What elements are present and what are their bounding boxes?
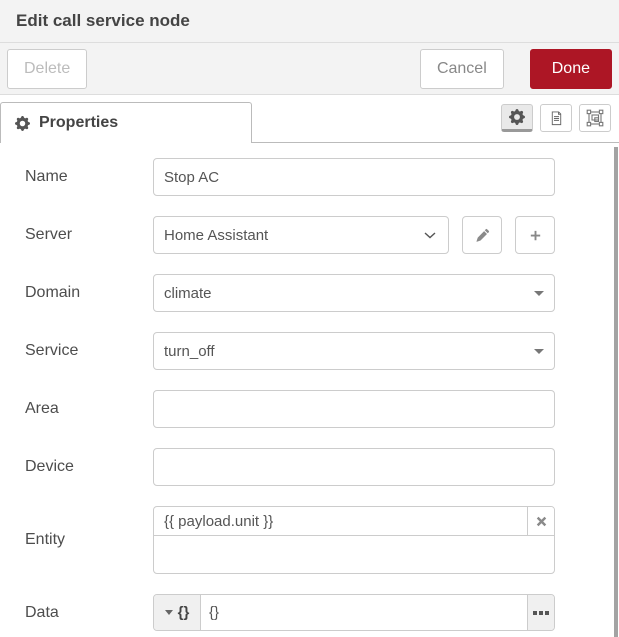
data-type-button[interactable]: {} — [154, 595, 201, 630]
dialog-title: Edit call service node — [16, 11, 190, 31]
name-label: Name — [25, 168, 153, 186]
data-row: Data {} {} — [25, 594, 555, 631]
server-add-button[interactable] — [515, 216, 555, 254]
data-label: Data — [25, 604, 153, 622]
server-row: Server Home Assistant — [25, 216, 555, 254]
name-input[interactable] — [153, 158, 555, 196]
entity-row: Entity {{ payload.unit }} — [25, 506, 555, 574]
entity-remove-button[interactable] — [527, 507, 554, 535]
json-type-icon: {} — [178, 604, 190, 621]
tab-properties[interactable]: Properties — [0, 102, 252, 143]
gear-icon — [15, 116, 30, 131]
entity-label: Entity — [25, 531, 153, 549]
cancel-button[interactable]: Cancel — [420, 49, 504, 89]
device-row: Device — [25, 448, 555, 486]
service-input[interactable] — [153, 332, 555, 370]
tab-properties-label: Properties — [39, 114, 118, 132]
gear-icon — [509, 109, 525, 125]
server-select-value: Home Assistant — [164, 227, 268, 244]
caret-down-icon[interactable] — [534, 349, 544, 354]
caret-down-icon — [165, 610, 173, 615]
tab-action-buttons — [501, 104, 611, 132]
properties-icon-button[interactable] — [501, 104, 533, 132]
domain-input[interactable] — [153, 274, 555, 312]
plus-icon — [528, 228, 543, 243]
appearance-icon — [586, 109, 604, 127]
appearance-icon-button[interactable] — [579, 104, 611, 132]
service-label: Service — [25, 342, 153, 360]
dialog-toolbar: Delete Cancel Done — [0, 43, 619, 95]
pencil-icon — [475, 228, 490, 243]
domain-label: Domain — [25, 284, 153, 302]
device-input[interactable] — [153, 448, 555, 486]
area-row: Area — [25, 390, 555, 428]
vertical-scrollbar[interactable] — [614, 147, 618, 637]
device-label: Device — [25, 458, 153, 476]
area-input[interactable] — [153, 390, 555, 428]
document-icon — [549, 110, 564, 127]
ellipsis-icon — [533, 611, 549, 615]
description-icon-button[interactable] — [540, 104, 572, 132]
done-button[interactable]: Done — [530, 49, 612, 89]
entity-empty-area[interactable] — [154, 536, 554, 573]
data-typed-input: {} {} — [153, 594, 555, 631]
data-expand-button[interactable] — [527, 595, 554, 630]
entity-list: {{ payload.unit }} — [153, 506, 555, 574]
properties-form: Name Server Home Assistant — [0, 143, 619, 631]
entity-value-input[interactable]: {{ payload.unit }} — [154, 507, 527, 535]
service-row: Service — [25, 332, 555, 370]
caret-down-icon[interactable] — [534, 291, 544, 296]
dialog-header: Edit call service node — [0, 0, 619, 43]
area-label: Area — [25, 400, 153, 418]
data-value-input[interactable]: {} — [201, 595, 527, 630]
server-edit-button[interactable] — [462, 216, 502, 254]
delete-button[interactable]: Delete — [7, 49, 87, 89]
tab-bar: Properties — [0, 95, 619, 143]
server-select[interactable]: Home Assistant — [153, 216, 449, 254]
name-row: Name — [25, 158, 555, 196]
domain-row: Domain — [25, 274, 555, 312]
chevron-down-icon — [424, 232, 436, 239]
entity-list-item: {{ payload.unit }} — [154, 507, 554, 536]
x-icon — [536, 516, 547, 527]
server-label: Server — [25, 226, 153, 244]
